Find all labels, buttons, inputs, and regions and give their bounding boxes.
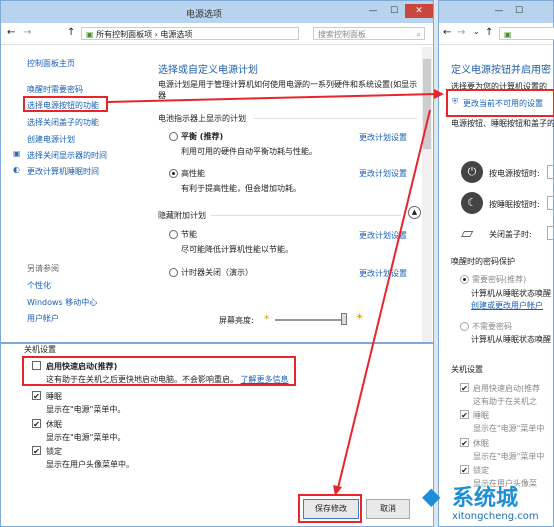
annotation-arrows [106,89,444,496]
watermark: ◆ 系统城 xitongcheng.com [418,478,554,527]
watermark-logo-icon: ◆ [422,482,441,510]
watermark-url: xitongcheng.com [452,511,539,522]
watermark-brand: 系统城 [452,486,519,511]
